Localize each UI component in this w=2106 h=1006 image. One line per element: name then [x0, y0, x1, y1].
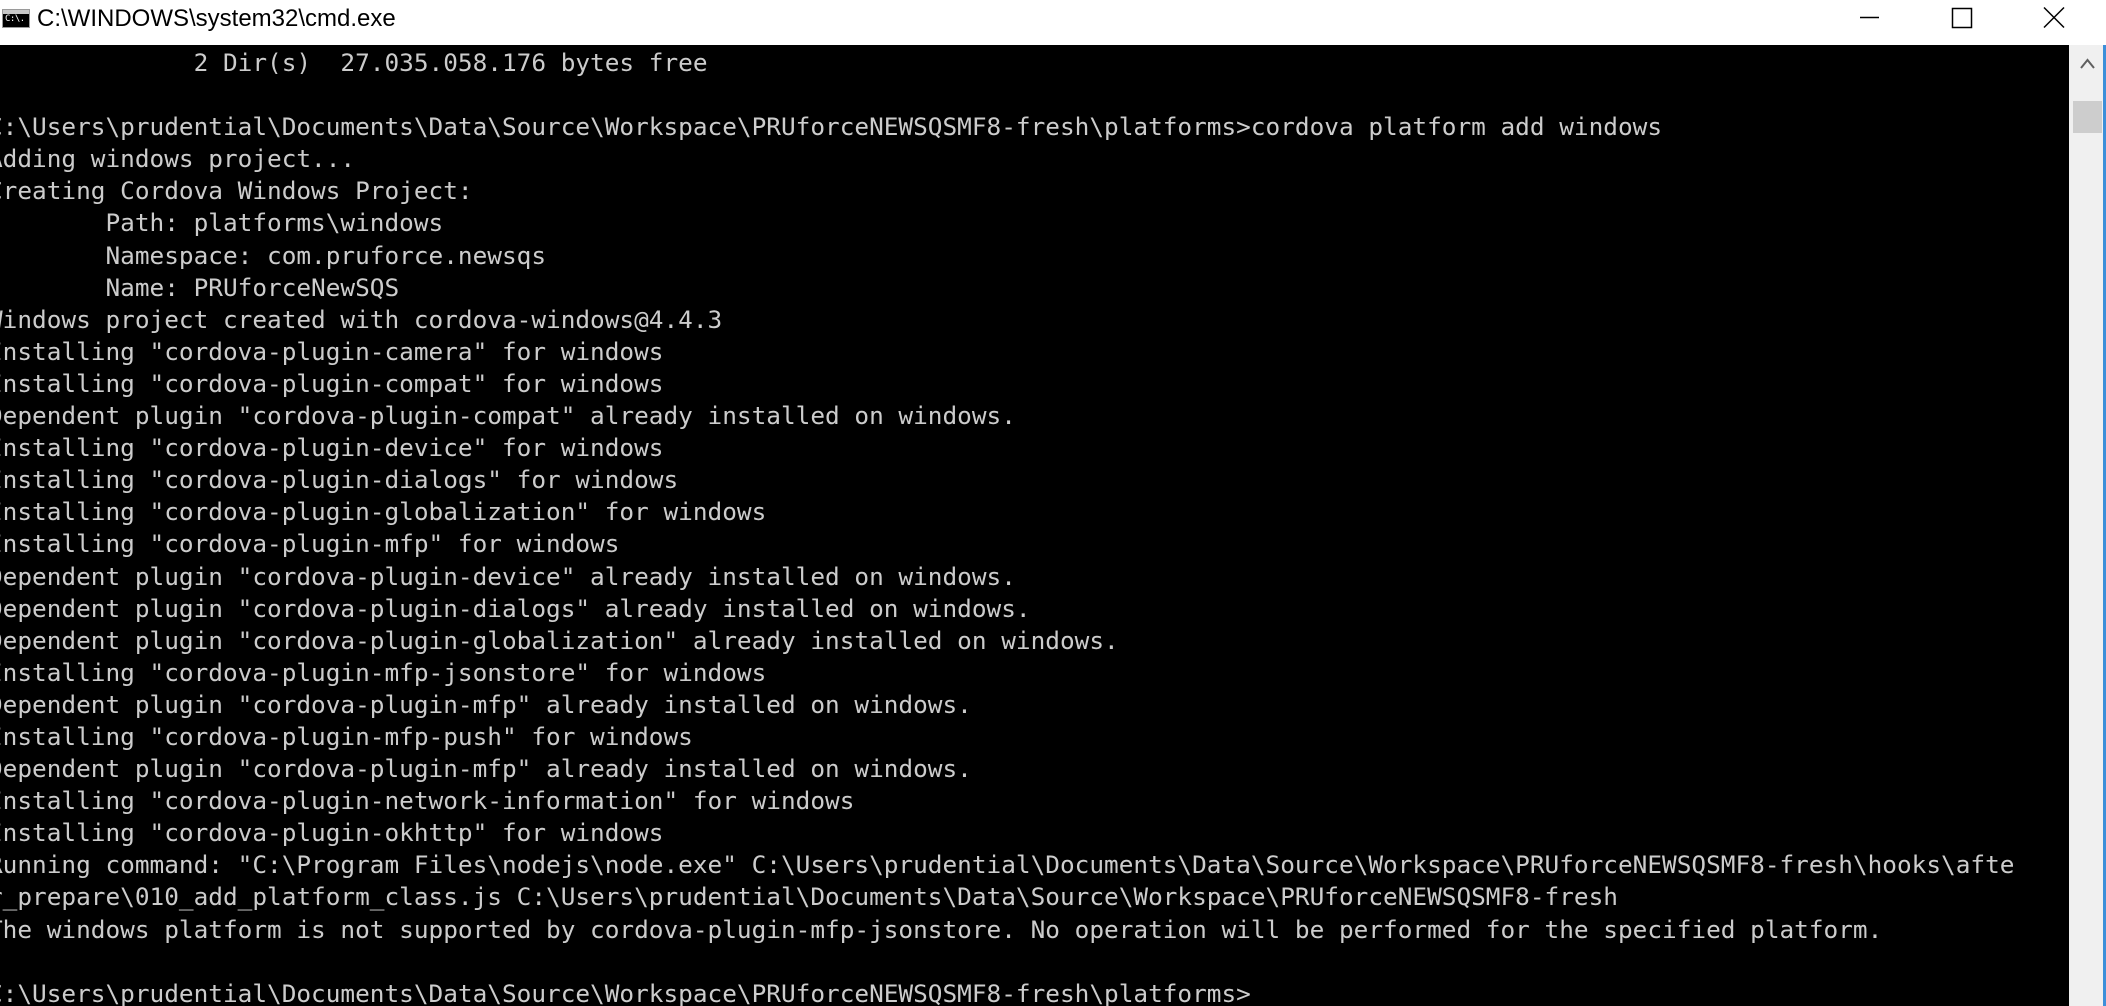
console-line: Installing "cordova-plugin-globalization…	[0, 497, 767, 527]
console-line: r_prepare\010_add_platform_class.js C:\U…	[0, 882, 1618, 912]
console-line: Installing "cordova-plugin-camera" for w…	[0, 336, 664, 366]
console-line: Installing "cordova-plugin-mfp-jsonstore…	[0, 657, 767, 687]
title-bar[interactable]: C:\. C:\WINDOWS\system32\cmd.exe	[0, 0, 2106, 46]
console-line: C:\Users\prudential\Documents\Data\Sourc…	[0, 978, 1251, 1006]
scroll-up-arrow-glyph	[2080, 58, 2095, 69]
console-text: 2 Dir(s) 27.035.058.176 bytes free C:\Use…	[0, 45, 2069, 1006]
maximize-button[interactable]	[1915, 0, 2007, 35]
cmd-window: C:\. C:\WINDOWS\system32\cmd.exe 2 Dir(s…	[0, 0, 2106, 1006]
console-line: Creating Cordova Windows Project:	[0, 176, 473, 206]
scroll-up-arrow-icon[interactable]	[2069, 45, 2106, 81]
console-line: Installing "cordova-plugin-compat" for w…	[0, 368, 664, 398]
console-line: Installing "cordova-plugin-mfp" for wind…	[0, 529, 620, 559]
console-line: C:\Users\prudential\Documents\Data\Sourc…	[0, 112, 1663, 142]
app-icon-text: C:\.	[5, 14, 25, 24]
console-line: Namespace: com.pruforce.newsqs	[0, 240, 547, 270]
console-line: Dependent plugin "cordova-plugin-mfp" al…	[0, 689, 972, 719]
close-button[interactable]	[2007, 0, 2099, 35]
maximize-icon	[1951, 7, 1973, 29]
console-line: Adding windows project...	[0, 144, 356, 174]
cmd-app-icon[interactable]: C:\.	[2, 9, 30, 28]
console-line: Installing "cordova-plugin-mfp-push" for…	[0, 721, 693, 751]
console-line: Installing "cordova-plugin-network-infor…	[0, 786, 855, 816]
console-line: Name: PRUforceNewSQS	[0, 272, 400, 302]
console-line: Windows project created with cordova-win…	[0, 304, 723, 334]
console-line: Installing "cordova-plugin-dialogs" for …	[0, 465, 679, 495]
console-output[interactable]: 2 Dir(s) 27.035.058.176 bytes free C:\Use…	[0, 45, 2069, 1006]
console-line: Path: platforms\windows	[0, 208, 444, 238]
window-title: C:\WINDOWS\system32\cmd.exe	[37, 5, 396, 32]
console-line: Dependent plugin "cordova-plugin-compat"…	[0, 401, 1016, 431]
console-line: Running command: "C:\Program Files\nodej…	[0, 850, 2015, 880]
console-line: Dependent plugin "cordova-plugin-device"…	[0, 561, 1016, 591]
console-line: The windows platform is not supported by…	[0, 914, 1883, 944]
scrollbar-thumb[interactable]	[2073, 101, 2102, 133]
close-icon	[2043, 6, 2065, 29]
console-line: 2 Dir(s) 27.035.058.176 bytes free	[0, 48, 708, 77]
console-line: Dependent plugin "cordova-plugin-globali…	[0, 625, 1119, 655]
console-line: Dependent plugin "cordova-plugin-dialogs…	[0, 593, 1031, 623]
console-line: Dependent plugin "cordova-plugin-mfp" al…	[0, 754, 972, 784]
minimize-button[interactable]	[1823, 0, 1915, 35]
vertical-scrollbar[interactable]	[2069, 45, 2106, 1006]
console-line: Installing "cordova-plugin-device" for w…	[0, 433, 664, 463]
minimize-icon	[1860, 16, 1879, 19]
console-line: Installing "cordova-plugin-okhttp" for w…	[0, 818, 664, 848]
